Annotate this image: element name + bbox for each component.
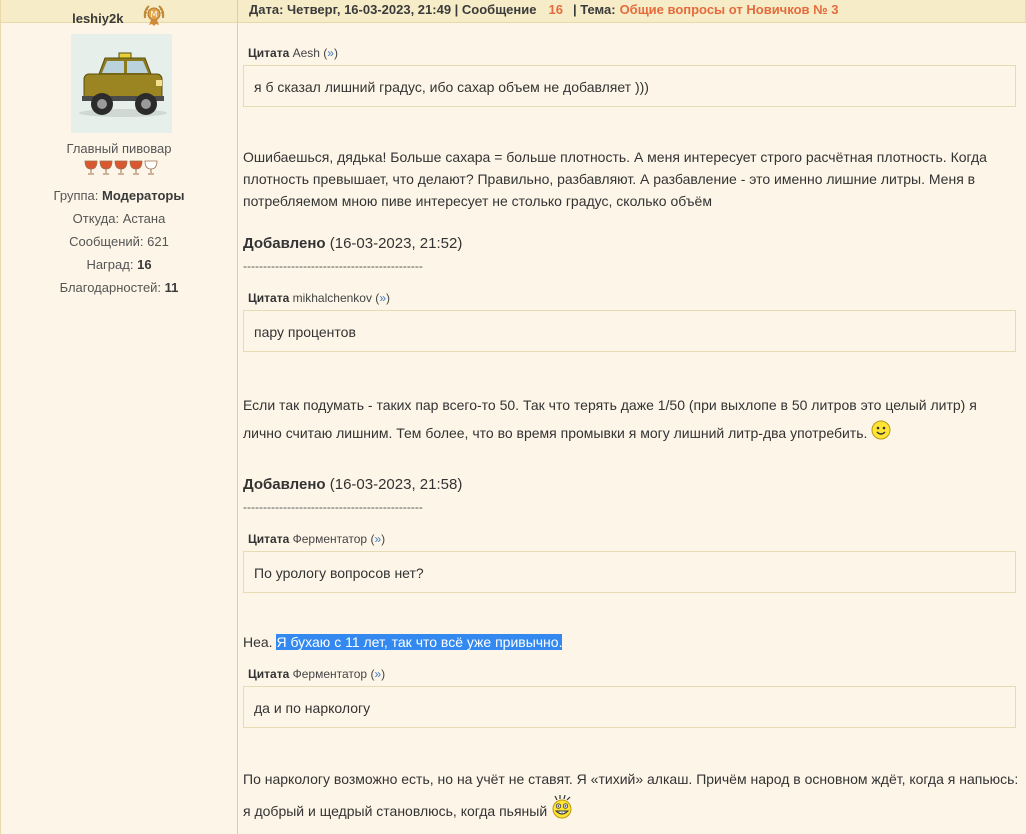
forum-post: leshiy2k M Дата: Четверг, 16-03-2023, 21… [0, 0, 1026, 834]
separator: ----------------------------------------… [243, 500, 423, 514]
quote-header: Цитата Ферментатор (») [248, 532, 386, 546]
quote-text: По урологу вопросов нет? [254, 565, 424, 581]
jeep-avatar[interactable] [71, 34, 172, 133]
quote-author: Ферментатор [292, 667, 368, 681]
topic-link[interactable]: Общие вопросы от Новичков № 3 [620, 2, 839, 17]
quote-author: Ферментатор [292, 532, 368, 546]
paragraph-text: Неа. [243, 634, 273, 650]
post-info: Дата: Четверг, 16-03-2023, 21:49 | Сообщ… [249, 2, 838, 17]
beer-glass-icon [84, 160, 98, 175]
added-time: (16-03-2023, 21:58) [329, 476, 463, 493]
beer-glass-icon [129, 160, 143, 175]
user-rank: Главный пивовар [66, 141, 172, 156]
smile-icon [871, 420, 891, 449]
quote-text: я б сказал лишний градус, ибо сахар объе… [254, 79, 649, 95]
added-line: Добавлено (16-03-2023, 21:58) [243, 476, 462, 493]
rating-bar [84, 160, 162, 179]
thanks-value[interactable]: 11 [165, 280, 179, 295]
quote-header: Цитата mikhalchenkov (») [248, 291, 390, 305]
user-location: Откуда: Астана [1, 207, 237, 230]
added-label: Добавлено [243, 476, 326, 493]
quote-source-link[interactable]: » [374, 667, 381, 681]
group-value: Модераторы [102, 188, 185, 203]
messages-value: 621 [147, 234, 169, 249]
group-label: Группа: [53, 188, 99, 203]
quote-author: Aesh [292, 46, 320, 60]
awards-label: Наград: [86, 257, 134, 272]
crazy-grin-icon [551, 794, 573, 830]
post-paragraph: По наркологу возможно есть, но на учёт н… [243, 764, 1019, 830]
quote-box: я б сказал лишний градус, ибо сахар объе… [243, 65, 1016, 107]
post-author-cell: leshiy2k M [1, 0, 238, 26]
post-paragraph: Неа. Я бухаю с 11 лет, так что всё уже п… [243, 631, 1019, 653]
beer-glass-icon [99, 160, 113, 175]
quote-box: пару процентов [243, 310, 1016, 352]
paragraph-text: По наркологу возможно есть, но на учёт н… [243, 771, 1019, 820]
beer-glass-icon [114, 160, 128, 175]
quote-word: Цитата [248, 667, 290, 681]
quote-word: Цитата [248, 532, 290, 546]
from-label: Откуда: [72, 211, 120, 226]
user-group: Группа: Модераторы [1, 184, 237, 207]
user-messages: Сообщений: 621 [1, 230, 237, 253]
beer-glass-icon [144, 160, 158, 175]
added-time: (16-03-2023, 21:52) [329, 235, 463, 252]
quote-text: пару процентов [254, 324, 356, 340]
quote-word: Цитата [248, 46, 290, 60]
thanks-label: Благодарностей: [59, 280, 162, 295]
added-line: Добавлено (16-03-2023, 21:52) [243, 235, 462, 252]
svg-text:M: M [150, 10, 157, 19]
added-label: Добавлено [243, 235, 326, 252]
post-date: Дата: Четверг, 16-03-2023, 21:49 | Сообщ… [249, 2, 537, 17]
post-paragraph: Ошибаешься, дядька! Больше сахара = боль… [243, 149, 987, 209]
selected-text[interactable]: Я бухаю с 11 лет, так что всё уже привыч… [276, 634, 563, 650]
post-paragraph: Если так подумать - таких пар всего-то 5… [243, 391, 1019, 449]
messages-label: Сообщений: [69, 234, 144, 249]
quote-source-link[interactable]: » [379, 291, 386, 305]
quote-text: да и по наркологу [254, 700, 371, 716]
quote-author: mikhalchenkov [292, 291, 372, 305]
separator: ----------------------------------------… [243, 259, 423, 273]
quote-source-link[interactable]: » [374, 532, 381, 546]
quote-header: Цитата Ферментатор (») [248, 667, 386, 681]
awards-value[interactable]: 16 [137, 257, 151, 272]
paragraph-text: Если так подумать - таких пар всего-то 5… [243, 397, 977, 441]
quote-header: Цитата Aesh (») [248, 46, 338, 60]
post-header: leshiy2k M Дата: Четверг, 16-03-2023, 21… [0, 0, 1026, 26]
quote-source-link[interactable]: » [327, 46, 334, 60]
author-profile: Главный пивовар Группа: Модераторы Откуд… [0, 23, 238, 834]
quote-box: да и по наркологу [243, 686, 1016, 728]
quote-word: Цитата [248, 291, 290, 305]
from-value: Астана [122, 211, 166, 226]
topic-label: | Тема: [572, 2, 616, 17]
user-thanks: Благодарностей: 11 [1, 276, 237, 299]
message-number-link[interactable]: 16 [548, 2, 562, 17]
quote-box: По урологу вопросов нет? [243, 551, 1016, 593]
user-awards: Наград: 16 [1, 253, 237, 276]
